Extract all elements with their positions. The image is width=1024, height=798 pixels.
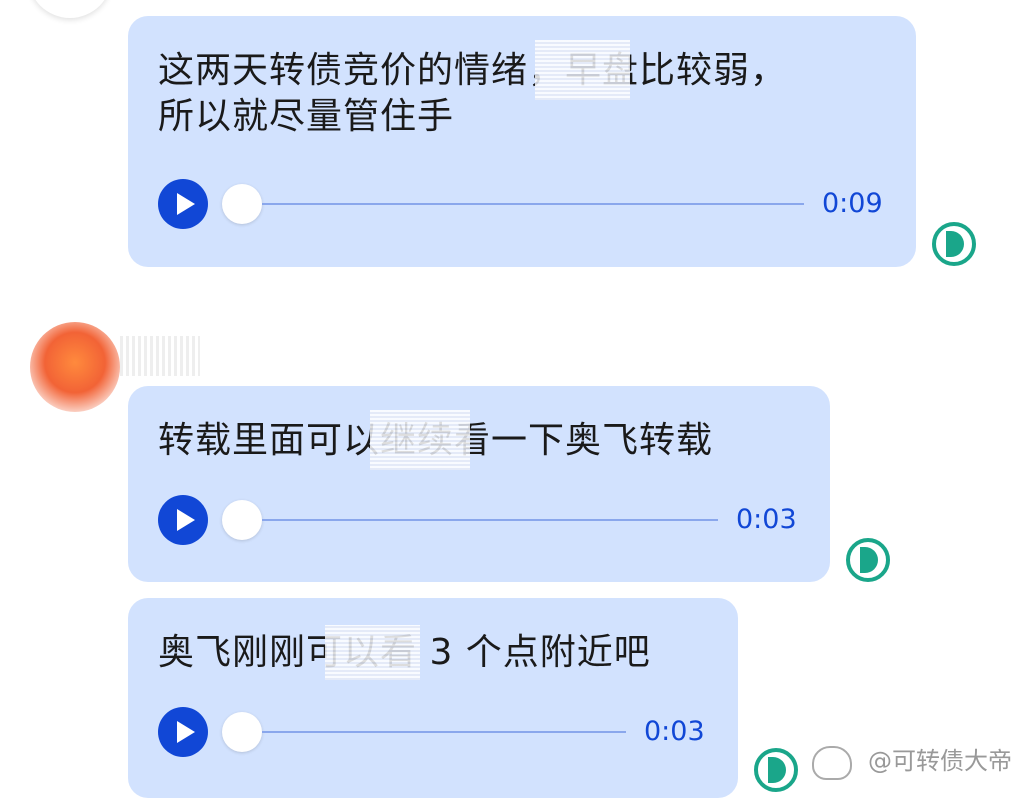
sent-status-icon bbox=[754, 748, 798, 792]
watermark: @可转债大帝 bbox=[868, 747, 1012, 775]
progress-knob[interactable] bbox=[222, 500, 262, 540]
sent-status-icon bbox=[932, 222, 976, 266]
redaction-mask bbox=[325, 625, 420, 680]
sent-status-icon bbox=[846, 538, 890, 582]
redaction-mask bbox=[370, 410, 470, 470]
voice-duration: 0:03 bbox=[736, 504, 797, 535]
play-button[interactable] bbox=[158, 495, 208, 545]
play-button[interactable] bbox=[158, 707, 208, 757]
message-bubble-1[interactable]: 这两天转债竞价的情绪，早盘比较弱， 所以就尽量管住手 0:09 bbox=[128, 16, 916, 267]
progress-track[interactable] bbox=[262, 519, 718, 521]
avatar-partial[interactable] bbox=[28, 0, 112, 18]
voice-duration: 0:03 bbox=[644, 716, 705, 747]
redaction-mask bbox=[535, 40, 630, 100]
progress-track[interactable] bbox=[262, 731, 626, 733]
progress-track[interactable] bbox=[262, 203, 804, 205]
progress-knob[interactable] bbox=[222, 712, 262, 752]
avatar[interactable] bbox=[30, 322, 120, 412]
sender-name bbox=[120, 336, 200, 376]
voice-duration: 0:09 bbox=[822, 188, 883, 219]
message-bubble-3[interactable]: 奥飞刚刚可以看 3 个点附近吧 0:03 bbox=[128, 598, 738, 798]
weibo-icon bbox=[812, 746, 852, 780]
play-button[interactable] bbox=[158, 179, 208, 229]
message-bubble-2[interactable]: 转载里面可以继续看一下奥飞转载 0:03 bbox=[128, 386, 830, 582]
message-text: 这两天转债竞价的情绪，早盘比较弱， 所以就尽量管住手 bbox=[158, 50, 788, 137]
progress-knob[interactable] bbox=[222, 184, 262, 224]
